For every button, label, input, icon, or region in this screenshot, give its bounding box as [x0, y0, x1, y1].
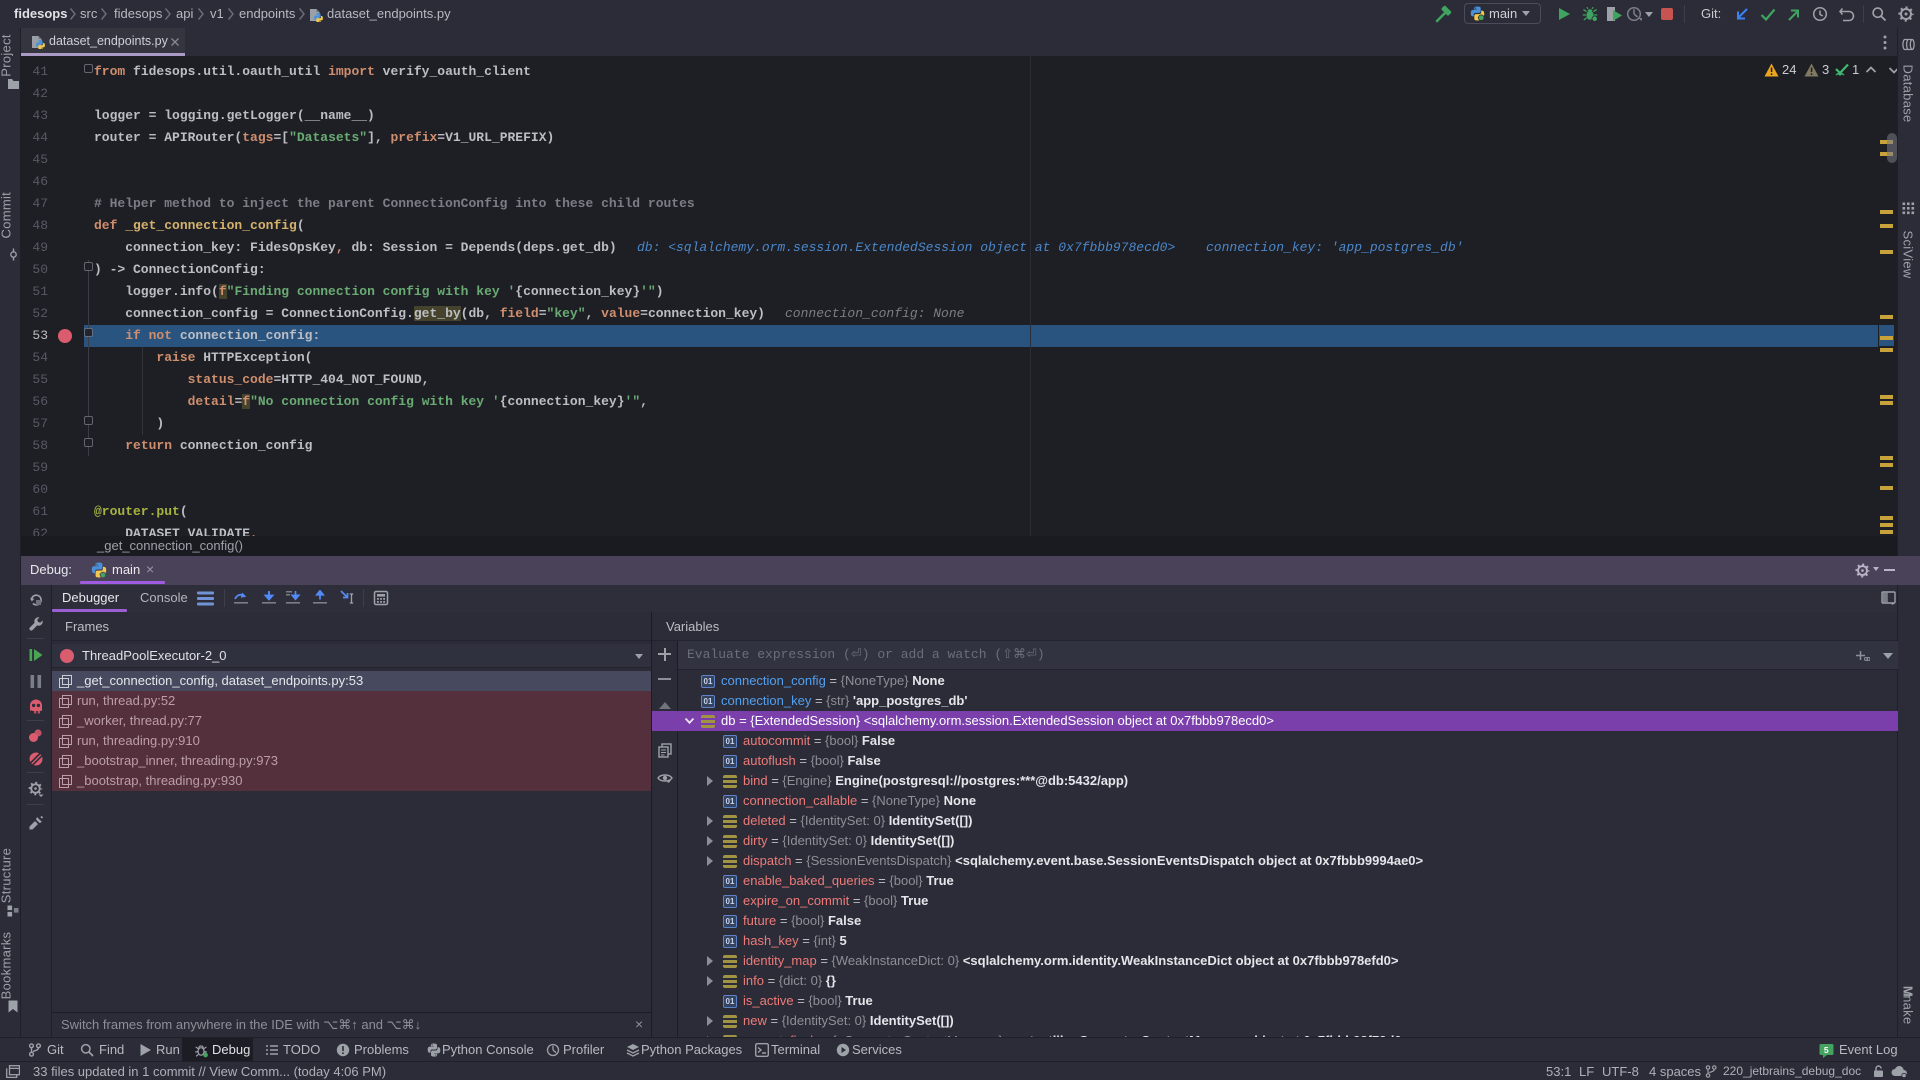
svg-text:5: 5: [1824, 1045, 1829, 1055]
